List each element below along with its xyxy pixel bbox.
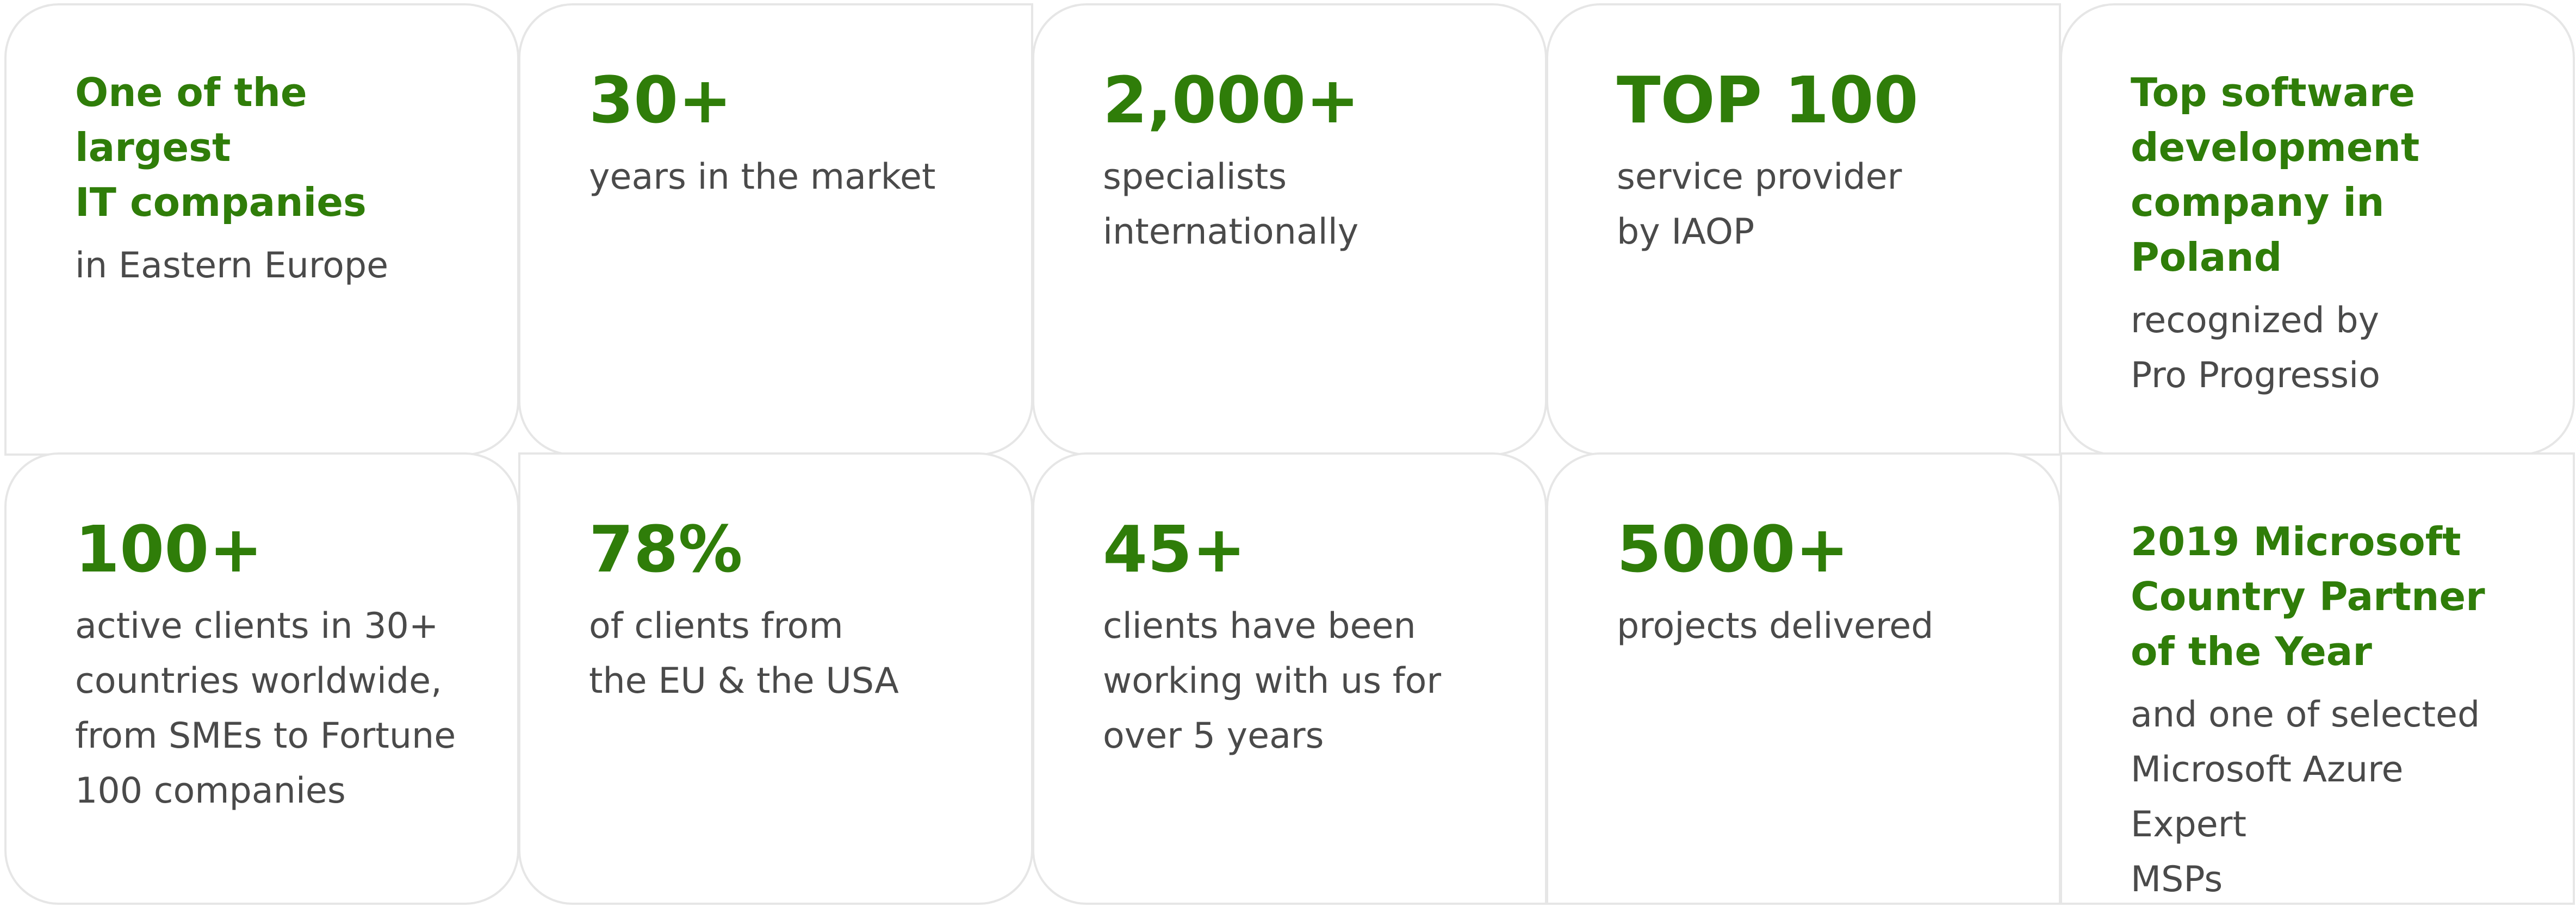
stat-card-projects-delivered: 5000+ projects delivered — [1546, 452, 2061, 905]
stat-description: recognized by Pro Progressio — [2131, 300, 2380, 396]
stat-headline: 2,000+ — [1103, 63, 1360, 138]
stat-headline: TOP 100 — [1617, 63, 1919, 138]
stat-description: years in the market — [589, 157, 936, 197]
stat-description: specialists internationally — [1103, 157, 1359, 252]
stat-headline: 30+ — [589, 63, 733, 138]
stat-description: in Eastern Europe — [75, 245, 389, 286]
stat-card-years-in-market: 30+ years in the market — [518, 3, 1033, 456]
stat-description: and one of selected Microsoft Azure Expe… — [2131, 694, 2480, 900]
stat-description: projects delivered — [1617, 606, 1934, 647]
stat-card-specialists: 2,000+ specialists internationally — [1032, 3, 1547, 456]
stat-headline: Top software development company in Pola… — [2131, 70, 2420, 280]
stat-card-active-clients: 100+ active clients in 30+ countries wor… — [4, 452, 519, 905]
stat-card-top-software-poland: Top software development company in Pola… — [2060, 3, 2575, 456]
stat-headline: 5000+ — [1617, 512, 1849, 587]
stat-card-long-term-clients: 45+ clients have been working with us fo… — [1032, 452, 1547, 905]
stat-description: service provider by IAOP — [1617, 157, 1902, 252]
stat-description: clients have been working with us for ov… — [1103, 606, 1442, 756]
stat-description: of clients from the EU & the USA — [589, 606, 899, 701]
stat-headline: 2019 Microsoft Country Partner of the Ye… — [2131, 519, 2485, 674]
stats-grid: One of the largest IT companies in Easte… — [0, 0, 2576, 906]
stat-card-microsoft-partner: 2019 Microsoft Country Partner of the Ye… — [2060, 452, 2575, 905]
stat-description: active clients in 30+ countries worldwid… — [75, 606, 456, 811]
stat-card-eu-usa-clients: 78% of clients from the EU & the USA — [518, 452, 1033, 905]
stat-headline: 78% — [589, 512, 743, 587]
stat-headline: One of the largest IT companies — [75, 70, 367, 225]
stat-headline: 100+ — [75, 512, 263, 587]
stat-headline: 45+ — [1103, 512, 1246, 587]
stat-card-top-100: TOP 100 service provider by IAOP — [1546, 3, 2061, 456]
stat-card-largest-it-company: One of the largest IT companies in Easte… — [4, 3, 519, 456]
